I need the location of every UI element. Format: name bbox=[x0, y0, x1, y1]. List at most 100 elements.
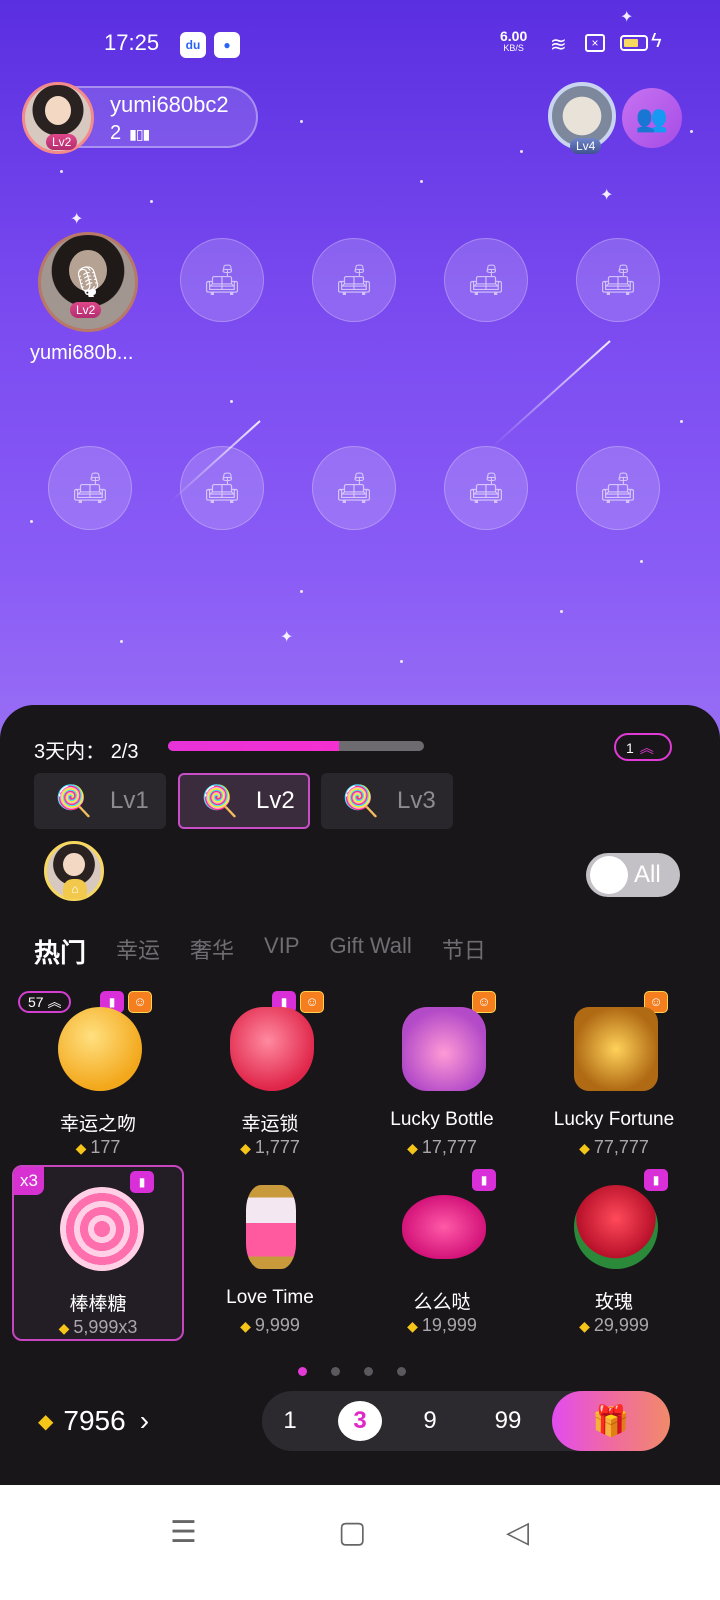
room-owner-pill[interactable]: Lv2 yumi680bc2 2 ▮▯▮ bbox=[22, 82, 258, 154]
send-gift-button[interactable]: 🎁 bbox=[552, 1391, 670, 1451]
gift-item[interactable]: ☺ Lucky Bottle ◆ 17,777 bbox=[356, 987, 528, 1163]
status-time: 17:25 bbox=[104, 30, 160, 55]
empty-seat[interactable]: 🛋 bbox=[180, 238, 264, 322]
sofa-icon: 🛋 bbox=[466, 471, 506, 505]
home-icon: ⌂ bbox=[63, 879, 87, 899]
host-seat[interactable]: 🎙 Lv2 bbox=[38, 232, 138, 332]
task-label: 3天内： 2/3 bbox=[34, 735, 139, 764]
all-recipients-toggle[interactable]: All bbox=[586, 853, 680, 897]
empty-seat[interactable]: 🛋 bbox=[444, 446, 528, 530]
sofa-icon: 🛋 bbox=[202, 263, 242, 297]
status-bar: 17:25 du ● 6.00 KB/S ≋ × ϟ bbox=[0, 28, 720, 62]
sparkle-icon: ✦ bbox=[70, 211, 84, 228]
diamond-icon: ◆ bbox=[407, 1140, 418, 1156]
empty-seat[interactable]: 🛋 bbox=[576, 446, 660, 530]
sparkle-icon: ✦ bbox=[620, 9, 634, 26]
gift-price-value: 9,999 bbox=[254, 1315, 300, 1335]
sparkle-icon: ✦ bbox=[280, 629, 294, 646]
signal-bars-icon: ▮ bbox=[472, 1169, 496, 1191]
diamond-icon: ◆ bbox=[75, 1140, 87, 1156]
lollipop-icon: 🍭 bbox=[55, 784, 93, 818]
quantity-option[interactable]: 9 bbox=[408, 1401, 452, 1441]
diamond-balance[interactable]: ◆ 7956 › bbox=[38, 1405, 149, 1437]
tab-lucky[interactable]: 幸运 bbox=[116, 933, 160, 970]
empty-seat[interactable]: 🛋 bbox=[180, 446, 264, 530]
tab-festival[interactable]: 节日 bbox=[442, 933, 486, 970]
lv2-tab[interactable]: 🍭 Lv2 bbox=[178, 773, 310, 829]
lv1-tab[interactable]: 🍭 Lv1 bbox=[34, 773, 166, 829]
home-square-icon[interactable]: ▢ bbox=[338, 1515, 366, 1550]
gift-item[interactable]: ☺ Lucky Fortune ◆ 77,777 bbox=[528, 987, 700, 1163]
gift-item[interactable]: 57 ︽ ▮ ☺ 幸运之吻 ◆ 177 bbox=[12, 987, 184, 1163]
gift-price: ◆ 19,999 bbox=[356, 1315, 528, 1336]
gift-price: ◆ 177 bbox=[12, 1137, 184, 1158]
gift-item-selected[interactable]: x3 ▮ 棒棒糖 ◆ 5,999x3 bbox=[12, 1165, 184, 1341]
gift-price: ◆ 29,999 bbox=[528, 1315, 700, 1336]
lv3-tab-label: Lv3 bbox=[397, 787, 436, 814]
sofa-icon: 🛋 bbox=[334, 471, 374, 505]
gift-item[interactable]: ▮ 么么哒 ◆ 19,999 bbox=[356, 1165, 528, 1341]
page-dot-active[interactable] bbox=[298, 1367, 307, 1376]
gift-item[interactable]: ▮ ☺ 幸运锁 ◆ 1,777 bbox=[184, 987, 356, 1163]
sofa-icon: 🛋 bbox=[334, 263, 374, 297]
page-dot[interactable] bbox=[397, 1367, 406, 1376]
empty-seat[interactable]: 🛋 bbox=[312, 238, 396, 322]
online-count: 2 ▮▯▮ bbox=[110, 122, 150, 145]
diamond-icon: ◆ bbox=[579, 1318, 590, 1334]
gift-price-value: 77,777 bbox=[593, 1137, 649, 1157]
treasure-chest-icon bbox=[574, 1007, 658, 1091]
network-speed: 6.00 KB/S bbox=[500, 29, 527, 54]
tab-luxury[interactable]: 奢华 bbox=[190, 933, 234, 970]
signal-bars-icon: ▮ bbox=[644, 1169, 668, 1191]
sim-off-icon: × bbox=[585, 34, 605, 52]
lv1-tab-label: Lv1 bbox=[110, 787, 149, 814]
gift-count-badge: 57 ︽ bbox=[18, 991, 72, 1013]
empty-seat[interactable]: 🛋 bbox=[576, 238, 660, 322]
toggle-label: All bbox=[634, 861, 661, 888]
top-contributor-avatar[interactable]: Lv4 bbox=[548, 82, 616, 154]
menu-icon[interactable]: ☰ bbox=[170, 1515, 197, 1550]
gift-price: ◆ 9,999 bbox=[184, 1315, 356, 1336]
kiss-emoji-icon bbox=[58, 1007, 142, 1091]
task-label-text: 3天内： bbox=[34, 741, 106, 763]
gift-price-value: 29,999 bbox=[593, 1315, 649, 1335]
signal-bars-icon: ▮▯▮ bbox=[129, 126, 150, 142]
quantity-option[interactable]: 1 bbox=[268, 1401, 312, 1441]
lips-icon bbox=[402, 1195, 486, 1259]
lv3-tab[interactable]: 🍭 Lv3 bbox=[321, 773, 453, 829]
level-up-pill[interactable]: 1 ︽ bbox=[614, 733, 672, 761]
baidu-app-icon: du bbox=[180, 32, 206, 58]
tab-gift-wall[interactable]: Gift Wall bbox=[330, 933, 412, 970]
gift-category-tabs: 热门 幸运 奢华 VIP Gift Wall 节日 bbox=[34, 933, 516, 970]
back-triangle-icon[interactable]: ◁ bbox=[506, 1515, 529, 1550]
gift-price-value: 17,777 bbox=[421, 1137, 477, 1157]
sofa-icon: 🛋 bbox=[466, 263, 506, 297]
tab-vip[interactable]: VIP bbox=[264, 933, 299, 970]
multiplier-badge: x3 bbox=[14, 1167, 44, 1195]
page-dot[interactable] bbox=[331, 1367, 340, 1376]
lollipop-icon bbox=[60, 1187, 144, 1271]
recipient-avatar[interactable]: ⌂ bbox=[44, 841, 104, 901]
gift-name: 幸运锁 bbox=[241, 1114, 299, 1135]
app-icon: ● bbox=[214, 32, 240, 58]
empty-seat[interactable]: 🛋 bbox=[48, 446, 132, 530]
heart-lock-icon bbox=[230, 1007, 314, 1091]
hourglass-icon bbox=[246, 1185, 296, 1269]
users-button[interactable]: 👥 bbox=[622, 88, 682, 148]
quantity-option-selected[interactable]: 3 bbox=[338, 1401, 382, 1441]
gift-item[interactable]: Love Time ◆ 9,999 bbox=[184, 1165, 356, 1341]
empty-seat[interactable]: 🛋 bbox=[312, 446, 396, 530]
task-progress-fill bbox=[168, 741, 339, 751]
quantity-option[interactable]: 99 bbox=[486, 1401, 530, 1441]
empty-seat[interactable]: 🛋 bbox=[444, 238, 528, 322]
lv2-tab-label: Lv2 bbox=[256, 787, 295, 814]
gift-name: Love Time bbox=[226, 1287, 314, 1308]
sofa-icon: 🛋 bbox=[598, 471, 638, 505]
tab-hot[interactable]: 热门 bbox=[34, 933, 86, 970]
sparkle-icon: ✦ bbox=[600, 187, 614, 204]
task-progress-text: 2/3 bbox=[110, 741, 139, 763]
diamond-icon: ◆ bbox=[407, 1318, 418, 1334]
network-speed-unit: KB/S bbox=[503, 43, 524, 53]
gift-item[interactable]: ▮ 玫瑰 ◆ 29,999 bbox=[528, 1165, 700, 1341]
page-dot[interactable] bbox=[364, 1367, 373, 1376]
